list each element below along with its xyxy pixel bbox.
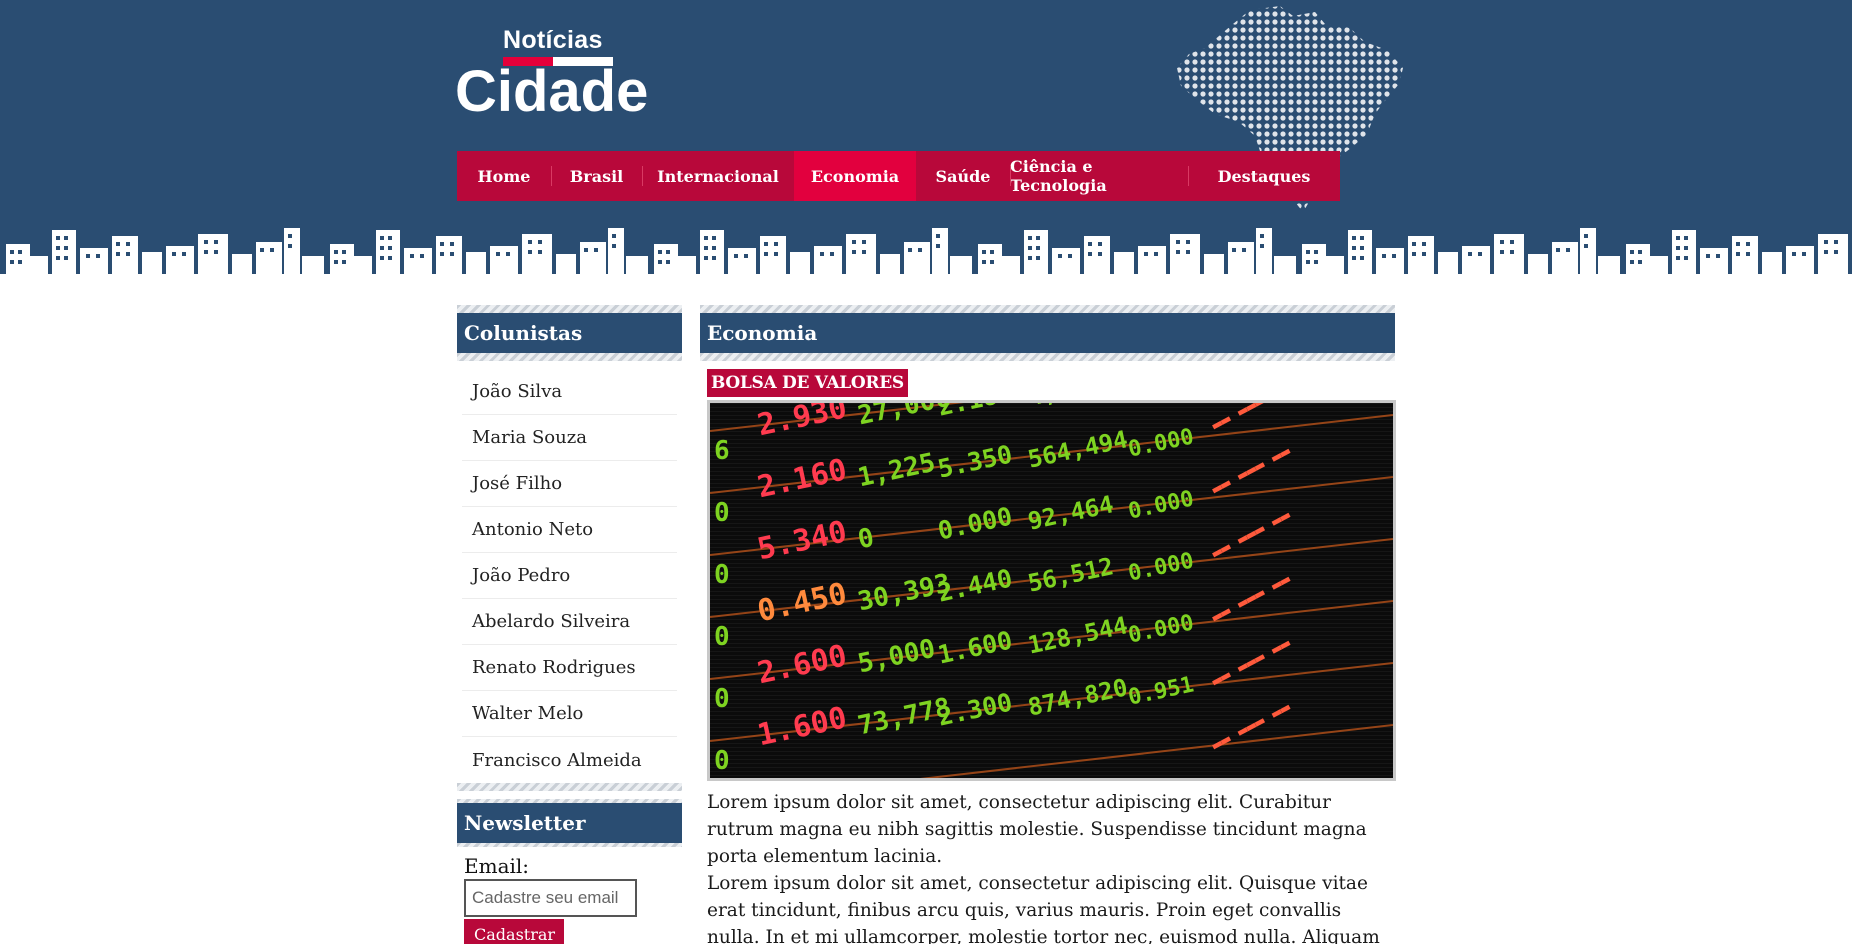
stock-board-image[interactable]: 62.93027,0002.1804,5000.000▬▬ ▬▬▬ ▬▬02.1… [707, 400, 1396, 781]
article-body: Lorem ipsum dolor sit amet, consectetur … [700, 781, 1395, 944]
article-paragraph: Lorem ipsum dolor sit amet, consectetur … [707, 792, 1367, 867]
ticker-value: 6 [714, 436, 730, 466]
colunista-link[interactable]: Antonio Neto [462, 507, 677, 553]
colunistas-list: João Silva Maria Souza José Filho Antoni… [457, 361, 682, 783]
colunista-link[interactable]: Renato Rodrigues [462, 645, 677, 691]
email-input[interactable] [464, 879, 637, 917]
site-header: Notícias Cidade Home Brasil Internaciona… [0, 0, 1852, 290]
section-divider [457, 783, 682, 791]
email-label: Email: [464, 854, 530, 878]
colunista-link[interactable]: Francisco Almeida [462, 737, 677, 783]
nav-saude[interactable]: Saúde [916, 151, 1010, 201]
main-navigation: Home Brasil Internacional Economia Saúde… [457, 151, 1340, 201]
nav-economia[interactable]: Economia [794, 151, 916, 201]
nav-brasil[interactable]: Brasil [551, 151, 642, 201]
ticker-value: 0 [714, 684, 730, 714]
colunista-link[interactable]: João Pedro [462, 553, 677, 599]
article-paragraph: Lorem ipsum dolor sit amet, consectetur … [707, 873, 1380, 944]
nav-home[interactable]: Home [457, 151, 551, 201]
section-divider [457, 353, 682, 361]
colunista-link[interactable]: João Silva [462, 369, 677, 415]
section-divider [700, 353, 1395, 361]
stock-ticker-board: 62.93027,0002.1804,5000.000▬▬ ▬▬▬ ▬▬02.1… [710, 403, 1393, 778]
main-content: Economia BOLSA DE VALORES 62.93027,0002.… [700, 305, 1396, 944]
category-tag[interactable]: BOLSA DE VALORES [707, 369, 908, 397]
colunista-link[interactable]: José Filho [462, 461, 677, 507]
ticker-value: 0 [714, 746, 730, 776]
newsletter-heading: Newsletter [457, 803, 682, 843]
ticker-value: 0 [714, 498, 730, 528]
site-logo[interactable]: Notícias Cidade [455, 26, 655, 126]
sidebar: Colunistas João Silva Maria Souza José F… [457, 305, 682, 944]
colunista-link[interactable]: Abelardo Silveira [462, 599, 677, 645]
logo-line2: Cidade [455, 59, 649, 124]
section-divider [700, 305, 1395, 313]
nav-internacional[interactable]: Internacional [642, 151, 794, 201]
ticker-value: 0 [714, 560, 730, 590]
nav-destaques[interactable]: Destaques [1188, 151, 1340, 201]
newsletter-form: Email: Cadastrar [457, 847, 682, 944]
nav-ciencia-tecnologia[interactable]: Ciência e Tecnologia [1010, 151, 1188, 201]
colunistas-heading: Colunistas [457, 313, 682, 353]
colunista-link[interactable]: Maria Souza [462, 415, 677, 461]
ticker-value: 0 [714, 622, 730, 652]
newsletter-submit-button[interactable]: Cadastrar [464, 919, 564, 944]
city-skyline-graphic [0, 222, 1852, 290]
section-divider [457, 305, 682, 313]
logo-line1: Notícias [503, 26, 603, 54]
colunista-link[interactable]: Walter Melo [462, 691, 677, 737]
section-title: Economia [700, 313, 1395, 353]
